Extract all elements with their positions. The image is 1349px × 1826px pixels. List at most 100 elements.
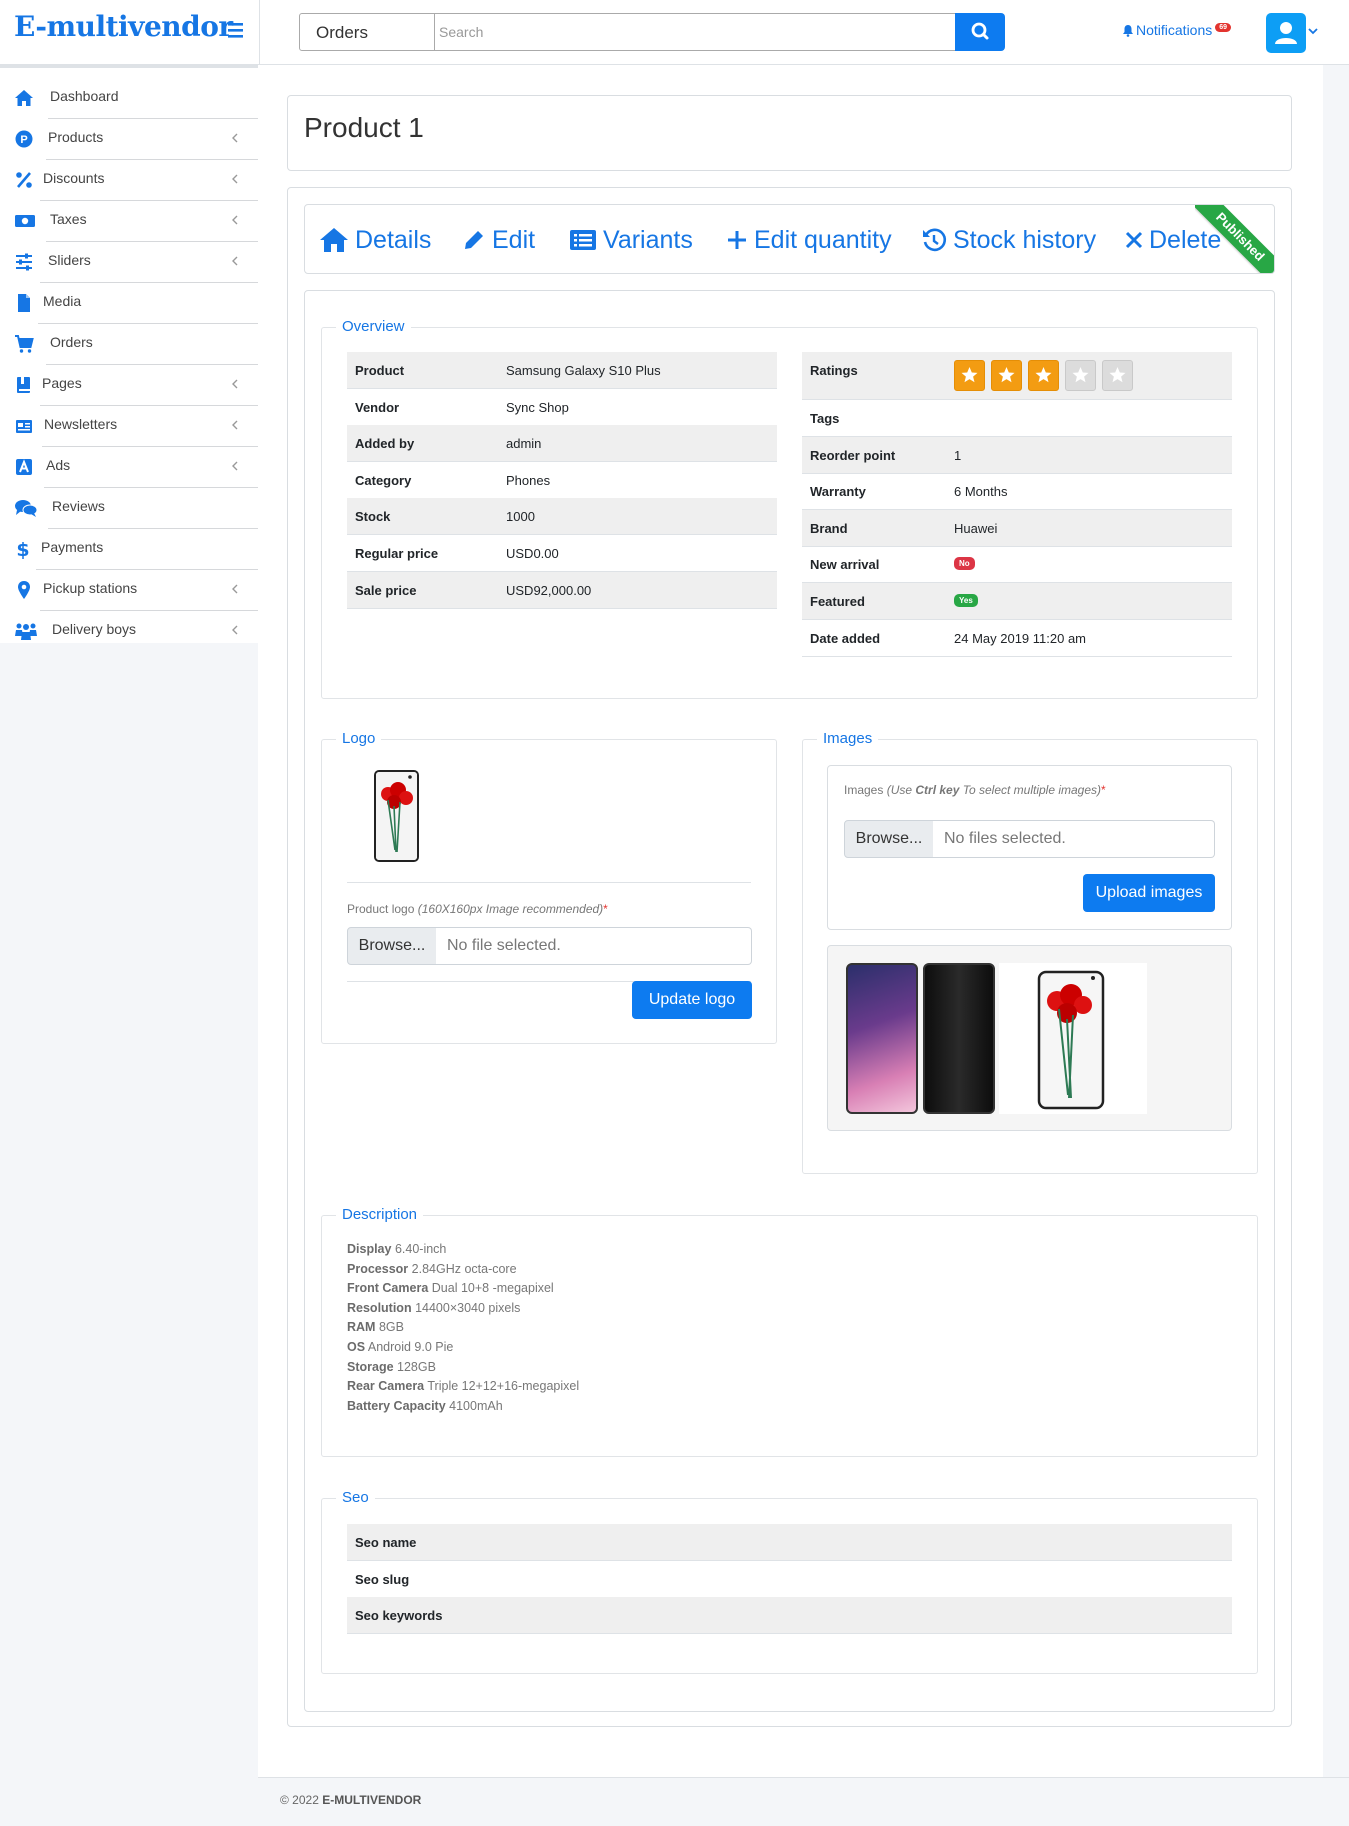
sidebar-item-label: Payments xyxy=(41,539,104,555)
overview-row: Added by admin xyxy=(347,425,777,463)
product-icon: P xyxy=(15,130,33,148)
sidebar-item-taxes[interactable]: Taxes xyxy=(0,200,260,241)
menu-toggle-icon[interactable] xyxy=(224,18,248,42)
description-key: Processor xyxy=(347,1261,409,1276)
sidebar-item-sliders[interactable]: Sliders xyxy=(0,241,260,282)
tab-stock-history[interactable]: Stock history xyxy=(921,223,1096,257)
sidebar-item-label: Media xyxy=(43,293,82,309)
description-line: Display 6.40-inch xyxy=(347,1242,446,1256)
sidebar-item-products[interactable]: P Products xyxy=(0,118,260,159)
logo-divider xyxy=(347,882,751,883)
svg-text:P: P xyxy=(20,134,27,146)
gallery-image[interactable] xyxy=(923,963,995,1114)
gallery-image[interactable] xyxy=(846,963,918,1114)
logo-file-input[interactable]: No file selected. xyxy=(436,927,752,965)
overview-row-key: Vendor xyxy=(355,399,400,415)
sidebar-item-orders[interactable]: Orders xyxy=(0,323,260,364)
sliders-icon xyxy=(16,253,32,271)
avatar[interactable] xyxy=(1266,13,1306,53)
logo-browse-button[interactable]: Browse... xyxy=(347,927,437,965)
update-logo-button[interactable]: Update logo xyxy=(632,981,752,1019)
chevron-left-icon xyxy=(232,625,238,635)
description-key: RAM xyxy=(347,1320,376,1335)
sidebar-item-discounts[interactable]: Discounts xyxy=(0,159,260,200)
sidebar-item-reviews[interactable]: Reviews xyxy=(0,487,260,528)
tab-variants[interactable]: Variants xyxy=(569,223,693,257)
overview-row: Product Samsung Galaxy S10 Plus xyxy=(347,352,777,389)
bell-icon xyxy=(1123,24,1133,37)
sidebar-item-label: Sliders xyxy=(48,252,91,268)
brand-logo[interactable]: E-multivendor xyxy=(14,10,233,43)
description-value: Android 9.0 Pie xyxy=(367,1340,454,1354)
footer-brand[interactable]: E-MULTIVENDOR xyxy=(322,1793,421,1807)
sidebar-item-label: Orders xyxy=(50,334,93,350)
sidebar-item-delivery-boys[interactable]: Delivery boys xyxy=(0,610,260,651)
description-line: Storage 128GB xyxy=(347,1360,436,1374)
description-value: Dual 10+8 -megapixel xyxy=(431,1281,554,1296)
star-icon[interactable] xyxy=(1102,360,1133,391)
sidebar-item-payments[interactable]: $ Payments xyxy=(0,528,260,569)
overview-row-value: USD0.00 xyxy=(506,546,559,561)
description-line: Processor 2.84GHz octa-core xyxy=(347,1262,517,1276)
description-line: Battery Capacity 4100mAh xyxy=(347,1399,503,1413)
sidebar-item-dashboard[interactable]: Dashboard xyxy=(0,77,260,118)
search-category-select[interactable]: Orders xyxy=(299,13,435,51)
comments-icon xyxy=(15,500,38,517)
published-ribbon: Published xyxy=(1195,205,1274,273)
people-icon xyxy=(15,623,37,640)
sidebar-item-pages[interactable]: Pages xyxy=(0,364,260,405)
seo-row: Seo slug xyxy=(347,1561,1232,1598)
overview-row-key: Tags xyxy=(810,411,840,426)
images-file-input[interactable]: No files selected. xyxy=(933,820,1215,858)
star-icon[interactable] xyxy=(1065,360,1096,391)
chevron-down-icon[interactable] xyxy=(1307,24,1319,36)
ratings-label: Ratings xyxy=(810,363,858,378)
overview-row: Featured Yes xyxy=(802,583,1232,620)
chevron-left-icon xyxy=(232,420,238,430)
chevron-left-icon xyxy=(232,215,238,225)
upload-images-button[interactable]: Upload images xyxy=(1083,874,1215,912)
overview-row-key: Sale price xyxy=(355,582,417,598)
images-browse-button[interactable]: Browse... xyxy=(844,820,934,858)
description-line: Front Camera Dual 10+8 -megapixel xyxy=(347,1281,554,1295)
star-icon[interactable] xyxy=(954,360,985,391)
overview-row-key: Product xyxy=(355,363,405,378)
search-input[interactable] xyxy=(434,13,956,51)
gallery-image[interactable] xyxy=(999,963,1147,1114)
star-icon[interactable] xyxy=(1028,360,1059,391)
sidebar-item-media[interactable]: Media xyxy=(0,282,260,323)
sidebar-item-ads[interactable]: Ads xyxy=(0,446,260,487)
description-key: OS xyxy=(347,1340,366,1354)
sidebar-item-label: Delivery boys xyxy=(52,621,137,637)
overview-row-value: Samsung Galaxy S10 Plus xyxy=(506,363,661,378)
sidebar-item-pickup-stations[interactable]: Pickup stations xyxy=(0,569,260,610)
tab-details[interactable]: Details xyxy=(319,223,431,257)
overview-row-value: 24 May 2019 11:20 am xyxy=(954,630,1087,646)
star-icon[interactable] xyxy=(991,360,1022,391)
overview-row-value: Sync Shop xyxy=(506,399,569,415)
tab-edit-quantity[interactable]: Edit quantity xyxy=(726,223,892,257)
sidebar-item-label: Discounts xyxy=(43,170,105,186)
newspaper-icon xyxy=(16,420,32,433)
seo-row: Seo keywords xyxy=(347,1597,1232,1635)
overview-row-value: Phones xyxy=(506,472,551,488)
description-value: Triple 12+12+16-megapixel xyxy=(427,1379,580,1394)
chevron-left-icon xyxy=(232,256,238,266)
overview-row: Warranty 6 Months xyxy=(802,473,1232,511)
list-icon xyxy=(570,230,596,250)
sidebar-item-label: Newsletters xyxy=(44,416,118,432)
sidebar-item-label: Dashboard xyxy=(50,88,119,104)
overview-row-value: 1000 xyxy=(506,509,535,525)
sidebar-item-newsletters[interactable]: Newsletters xyxy=(0,405,260,446)
description-value: 128GB xyxy=(397,1359,436,1374)
overview-legend: Overview xyxy=(336,318,411,335)
overview-row-key: Brand xyxy=(810,520,848,536)
overview-row: Regular price USD0.00 xyxy=(347,535,777,572)
search-button[interactable] xyxy=(955,13,1005,51)
footer-copyright: © 2022 xyxy=(280,1793,319,1807)
footer: © 2022 E-MULTIVENDOR xyxy=(280,1793,421,1807)
notifications-link[interactable]: Notifications 69 xyxy=(1122,22,1232,38)
tab-edit[interactable]: Edit xyxy=(462,223,535,257)
description-fieldset: Description xyxy=(321,1206,1258,1457)
overview-row: Reorder point 1 xyxy=(802,436,1232,474)
